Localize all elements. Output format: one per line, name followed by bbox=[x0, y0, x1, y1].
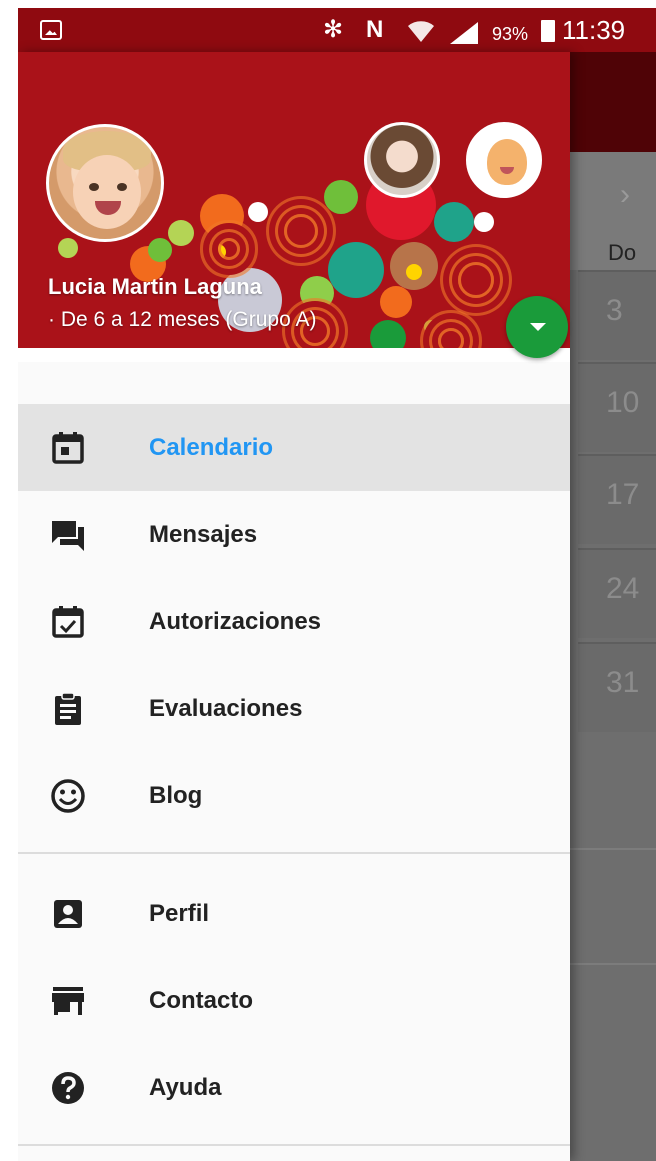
decor-bubble bbox=[200, 194, 244, 238]
menu-item-contacto[interactable]: Contacto bbox=[18, 957, 570, 1044]
decor-ring bbox=[218, 238, 240, 260]
menu-divider bbox=[18, 1144, 570, 1146]
calendar-day-cell: 10 bbox=[578, 362, 656, 452]
decor-bubble bbox=[380, 286, 412, 318]
menu-label: Calendario bbox=[149, 434, 274, 461]
menu-divider bbox=[18, 852, 570, 854]
calendar-day-cell: 24 bbox=[578, 548, 656, 638]
menu-label: Perfil bbox=[149, 900, 210, 927]
menu-label: Evaluaciones bbox=[149, 695, 303, 722]
smiley-icon bbox=[51, 779, 85, 813]
menu-label: Blog bbox=[149, 782, 203, 809]
clock: 11:39 bbox=[562, 15, 626, 45]
user-group: · De 6 a 12 meses (Grupo A) bbox=[48, 308, 317, 331]
menu-item-evaluaciones[interactable]: Evaluaciones bbox=[18, 665, 570, 752]
signal-icon bbox=[450, 22, 478, 44]
store-icon bbox=[52, 987, 84, 1015]
menu-item-blog[interactable]: Blog bbox=[18, 752, 570, 839]
decor-bubble bbox=[300, 276, 334, 310]
decor-bubble bbox=[434, 202, 474, 242]
menu-item-ayuda[interactable]: Ayuda bbox=[18, 1044, 570, 1131]
secondary-child-avatar[interactable] bbox=[364, 122, 440, 198]
user-name: Lucia Martin Laguna bbox=[48, 274, 262, 299]
chevron-right-icon: › bbox=[620, 178, 630, 211]
navigation-drawer: Lucia Martin Laguna · De 6 a 12 meses (G… bbox=[18, 52, 570, 1161]
drawer-header: Lucia Martin Laguna · De 6 a 12 meses (G… bbox=[18, 52, 570, 348]
decor-bubble bbox=[168, 220, 194, 246]
battery-percent: 93% bbox=[492, 24, 529, 44]
clipboard-icon bbox=[55, 692, 81, 725]
divider bbox=[570, 963, 656, 965]
decor-ring bbox=[284, 214, 318, 248]
divider bbox=[570, 848, 656, 850]
header-strip bbox=[18, 348, 570, 362]
wifi-icon bbox=[406, 16, 436, 51]
decor-bubble bbox=[148, 238, 172, 262]
menu-label: Contacto bbox=[149, 987, 253, 1014]
background-content bbox=[570, 734, 656, 1161]
status-bar: ✻ N 93% 11:39 bbox=[18, 8, 656, 52]
decor-bubble bbox=[424, 320, 438, 334]
calendar-icon bbox=[52, 432, 84, 464]
phone-screen: ✻ N 93% 11:39 › Do 3 10 17 24 31 Lucia M… bbox=[18, 8, 656, 1161]
decor-ring bbox=[438, 328, 464, 348]
battery-icon bbox=[541, 20, 555, 42]
menu-label: Autorizaciones bbox=[149, 608, 322, 635]
decor-bubble bbox=[58, 238, 78, 258]
decor-bubble bbox=[406, 264, 422, 280]
child-avatar[interactable] bbox=[46, 124, 164, 242]
chat-icon bbox=[52, 521, 84, 551]
day-header-label: Do bbox=[608, 240, 637, 265]
calendar-day-cell: 3 bbox=[578, 270, 656, 360]
nfc-icon: N bbox=[366, 16, 384, 43]
decor-ring bbox=[458, 262, 494, 298]
image-icon bbox=[40, 20, 62, 40]
decor-bubble bbox=[328, 242, 384, 298]
decor-bubble bbox=[370, 320, 406, 348]
account-dropdown-button[interactable] bbox=[506, 296, 568, 358]
calendar-check-icon bbox=[52, 606, 84, 638]
help-icon bbox=[52, 1072, 84, 1104]
menu-item-calendario[interactable]: Calendario bbox=[18, 404, 570, 491]
calendar-day-cell: 17 bbox=[578, 454, 656, 544]
decor-bubble bbox=[248, 202, 268, 222]
menu-item-perfil[interactable]: Perfil bbox=[18, 870, 570, 957]
menu-label: Mensajes bbox=[149, 521, 258, 548]
contact-card-icon bbox=[54, 900, 82, 928]
decor-bubble bbox=[324, 180, 358, 214]
secondary-child-avatar[interactable] bbox=[466, 122, 542, 198]
calendar-day-cell: 31 bbox=[578, 642, 656, 732]
menu-item-autorizaciones[interactable]: Autorizaciones bbox=[18, 578, 570, 665]
bluetooth-icon: ✻ bbox=[323, 16, 344, 43]
menu-item-mensajes[interactable]: Mensajes bbox=[18, 491, 570, 578]
decor-bubble bbox=[474, 212, 494, 232]
menu-label: Ayuda bbox=[149, 1074, 222, 1101]
